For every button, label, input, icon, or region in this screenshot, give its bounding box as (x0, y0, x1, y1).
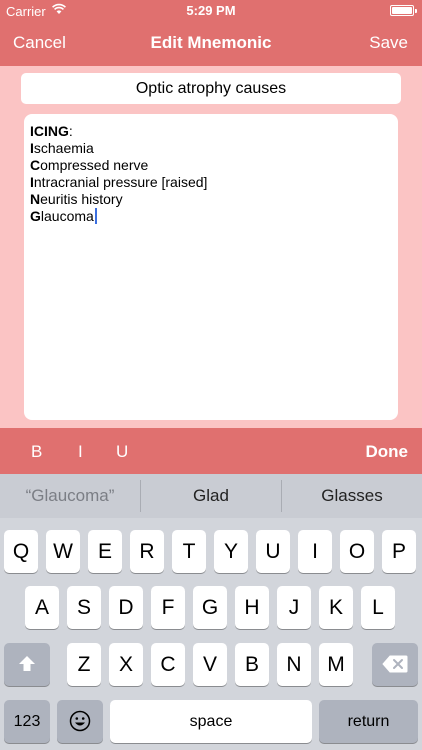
key-a[interactable]: A (25, 586, 59, 629)
key-v[interactable]: V (193, 643, 227, 686)
body-line-text: schaemia (33, 140, 94, 156)
key-y[interactable]: Y (214, 530, 248, 573)
body-line: Neuritis history (30, 191, 392, 208)
suggestion-1[interactable]: “Glaucoma” (0, 474, 140, 518)
body-line: Intracranial pressure [raised] (30, 174, 392, 191)
key-c[interactable]: C (151, 643, 185, 686)
emoji-key[interactable] (57, 700, 103, 743)
key-r[interactable]: R (130, 530, 164, 573)
suggestion-3[interactable]: Glasses (282, 474, 422, 518)
key-g[interactable]: G (193, 586, 227, 629)
body-line: Ischaemia (30, 140, 392, 157)
body-line-text: ntracranial pressure [raised] (33, 174, 208, 190)
nav-bar: Cancel Edit Mnemonic Save (0, 22, 422, 66)
key-z[interactable]: Z (67, 643, 101, 686)
key-p[interactable]: P (382, 530, 416, 573)
bold-button[interactable]: B (31, 442, 42, 462)
key-b[interactable]: B (235, 643, 269, 686)
key-t[interactable]: T (172, 530, 206, 573)
format-toolbar: B I U Done (0, 428, 422, 474)
key-q[interactable]: Q (4, 530, 38, 573)
body-line-text: euritis history (40, 191, 123, 207)
mnemonic-title-field[interactable]: Optic atrophy causes (21, 73, 401, 104)
suggestion-2[interactable]: Glad (141, 474, 281, 518)
italic-button[interactable]: I (78, 442, 83, 462)
keyboard: “Glaucoma” Glad Glasses Q W E R T Y U I … (0, 474, 422, 750)
page-title: Edit Mnemonic (150, 33, 272, 52)
underline-button[interactable]: U (116, 442, 128, 462)
text-caret (94, 208, 97, 224)
key-d[interactable]: D (109, 586, 143, 629)
body-line-initial: C (30, 157, 41, 173)
key-h[interactable]: H (235, 586, 269, 629)
key-k[interactable]: K (319, 586, 353, 629)
header-bold: ICING (30, 123, 69, 139)
top-bar: Carrier 5:29 PM Cancel Edit Mnemonic Sav… (0, 0, 422, 66)
emoji-icon (69, 710, 91, 732)
key-s[interactable]: S (67, 586, 101, 629)
header-rest: : (68, 123, 73, 139)
body-line: Glaucoma (30, 208, 392, 225)
body-header-line: ICING: (30, 123, 392, 140)
body-line-initial: N (30, 191, 41, 207)
numbers-key[interactable]: 123 (4, 700, 50, 743)
body-line-text: laucoma (40, 208, 94, 224)
space-key[interactable]: space (110, 700, 312, 743)
key-n[interactable]: N (277, 643, 311, 686)
delete-key[interactable] (372, 643, 418, 686)
status-time: 5:29 PM (186, 3, 236, 18)
body-line-initial: G (30, 208, 41, 224)
suggestion-bar: “Glaucoma” Glad Glasses (0, 474, 422, 518)
shift-icon (19, 656, 35, 671)
key-m[interactable]: M (319, 643, 353, 686)
battery-icon (390, 5, 417, 16)
body-line-text: ompressed nerve (40, 157, 149, 173)
done-button[interactable]: Done (366, 442, 409, 462)
key-u[interactable]: U (256, 530, 290, 573)
mnemonic-body-editor[interactable]: ICING: Ischaemia Compressed nerve Intrac… (24, 114, 398, 420)
key-o[interactable]: O (340, 530, 374, 573)
status-bar: Carrier 5:29 PM (0, 0, 422, 22)
key-e[interactable]: E (88, 530, 122, 573)
key-w[interactable]: W (46, 530, 80, 573)
key-l[interactable]: L (361, 586, 395, 629)
save-button[interactable]: Save (369, 33, 408, 53)
key-i[interactable]: I (298, 530, 332, 573)
backspace-icon (382, 655, 408, 673)
return-key[interactable]: return (319, 700, 418, 743)
body-line: Compressed nerve (30, 157, 392, 174)
shift-key[interactable] (4, 643, 50, 686)
key-j[interactable]: J (277, 586, 311, 629)
key-x[interactable]: X (109, 643, 143, 686)
key-f[interactable]: F (151, 586, 185, 629)
